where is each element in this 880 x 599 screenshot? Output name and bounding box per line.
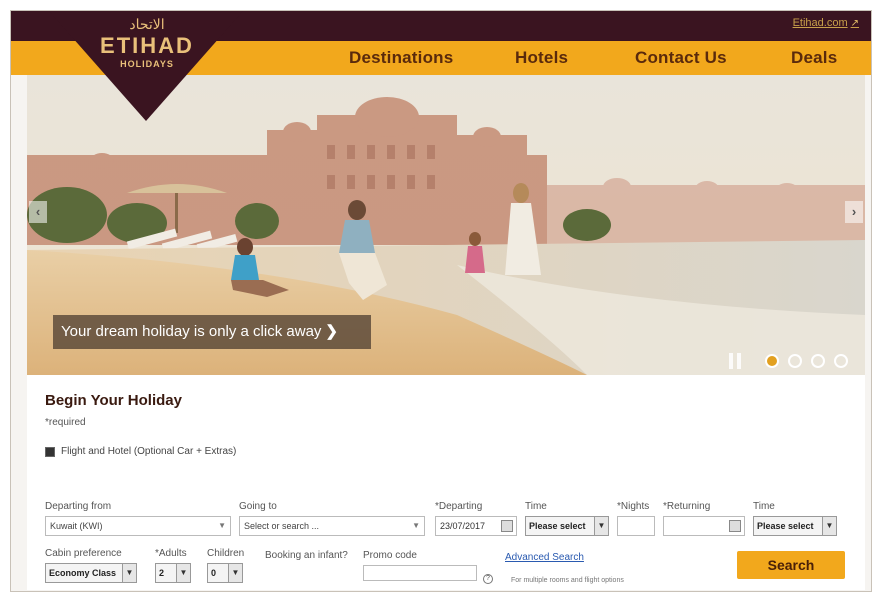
slide-dot-4[interactable] bbox=[834, 354, 848, 368]
advanced-search-hint: For multiple rooms and flight options bbox=[511, 577, 624, 584]
promo-banner-link[interactable]: Your dream holiday is only a click away ❯ bbox=[53, 315, 371, 349]
adults-select[interactable]: 2 ▼ bbox=[155, 563, 191, 583]
pause-icon bbox=[729, 353, 733, 369]
departing-from-label: Departing from bbox=[45, 501, 112, 512]
time2-label: Time bbox=[753, 501, 775, 512]
hero-prev-button[interactable]: ‹ bbox=[29, 201, 47, 223]
returning-label: *Returning bbox=[663, 501, 711, 512]
calendar-icon[interactable] bbox=[501, 520, 513, 532]
nav-hotels[interactable]: Hotels bbox=[515, 48, 568, 68]
children-label: Children bbox=[207, 548, 245, 559]
time1-label: Time bbox=[525, 501, 547, 512]
pause-icon-bar bbox=[737, 353, 741, 369]
time1-value: Please select bbox=[529, 521, 586, 531]
cabin-select[interactable]: Economy Class ▼ bbox=[45, 563, 137, 583]
advanced-search-link[interactable]: Advanced Search bbox=[505, 552, 584, 563]
time1-select[interactable]: Please select ▼ bbox=[525, 516, 609, 536]
cabin-value: Economy Class bbox=[49, 568, 117, 578]
nav-deals[interactable]: Deals bbox=[791, 48, 837, 68]
nav-destinations[interactable]: Destinations bbox=[349, 48, 453, 68]
calendar-icon[interactable] bbox=[729, 520, 741, 532]
logo-arabic-text: الاتحاد bbox=[129, 16, 165, 32]
flight-hotel-checkbox[interactable] bbox=[45, 447, 55, 457]
slide-dot-3[interactable] bbox=[811, 354, 825, 368]
going-to-placeholder: Select or search ... bbox=[244, 521, 320, 531]
logo-brand-text: ETIHAD bbox=[100, 33, 194, 58]
departing-from-value: Kuwait (KWI) bbox=[50, 521, 103, 531]
search-button[interactable]: Search bbox=[737, 551, 845, 579]
promo-code-label: Promo code bbox=[363, 550, 417, 561]
children-value: 0 bbox=[211, 568, 217, 578]
cabin-label: Cabin preference bbox=[45, 548, 122, 559]
chevron-down-icon: ▼ bbox=[228, 564, 242, 582]
chevron-down-icon: ▼ bbox=[122, 564, 136, 582]
promo-banner-text: Your dream holiday is only a click away bbox=[61, 323, 322, 340]
infant-link[interactable]: Booking an infant? bbox=[265, 550, 348, 561]
departing-from-select[interactable]: Kuwait (KWI) ▼ bbox=[45, 516, 231, 536]
browser-frame: Etihad.com ↗ Destinations Hotels Contact … bbox=[10, 10, 872, 592]
promo-code-input[interactable] bbox=[363, 565, 477, 581]
hero-next-button[interactable]: › bbox=[845, 201, 863, 223]
required-note: *required bbox=[45, 417, 86, 428]
logo-sub-text: HOLIDAYS bbox=[120, 59, 174, 69]
slideshow-pause-button[interactable] bbox=[729, 353, 743, 369]
flight-hotel-label: Flight and Hotel (Optional Car + Extras) bbox=[61, 446, 237, 457]
etihad-com-label: Etihad.com bbox=[792, 17, 848, 29]
chevron-down-icon: ▼ bbox=[412, 521, 420, 530]
etihad-com-link[interactable]: Etihad.com ↗ bbox=[793, 17, 859, 29]
time2-value: Please select bbox=[757, 521, 814, 531]
nights-label: *Nights bbox=[617, 501, 650, 512]
time2-select[interactable]: Please select ▼ bbox=[753, 516, 837, 536]
chevron-down-icon: ▼ bbox=[594, 517, 608, 535]
form-title: Begin Your Holiday bbox=[45, 392, 182, 409]
departing-date-value: 23/07/2017 bbox=[440, 521, 486, 531]
nights-input[interactable] bbox=[617, 516, 655, 536]
help-icon[interactable]: ? bbox=[483, 574, 493, 584]
chevron-down-icon: ▼ bbox=[176, 564, 190, 582]
slide-dot-1[interactable] bbox=[765, 354, 779, 368]
children-select[interactable]: 0 ▼ bbox=[207, 563, 243, 583]
adults-label: *Adults bbox=[155, 548, 187, 559]
external-link-icon: ↗ bbox=[850, 18, 859, 29]
going-to-label: Going to bbox=[239, 501, 277, 512]
nav-contact-us[interactable]: Contact Us bbox=[635, 48, 727, 68]
chevron-down-icon: ▼ bbox=[822, 517, 836, 535]
slide-dot-2[interactable] bbox=[788, 354, 802, 368]
adults-value: 2 bbox=[159, 568, 165, 578]
going-to-select[interactable]: Select or search ... ▼ bbox=[239, 516, 425, 536]
chevron-down-icon: ▼ bbox=[218, 521, 226, 530]
departing-date-label: *Departing bbox=[435, 501, 483, 512]
chevron-right-icon: ❯ bbox=[325, 323, 338, 340]
